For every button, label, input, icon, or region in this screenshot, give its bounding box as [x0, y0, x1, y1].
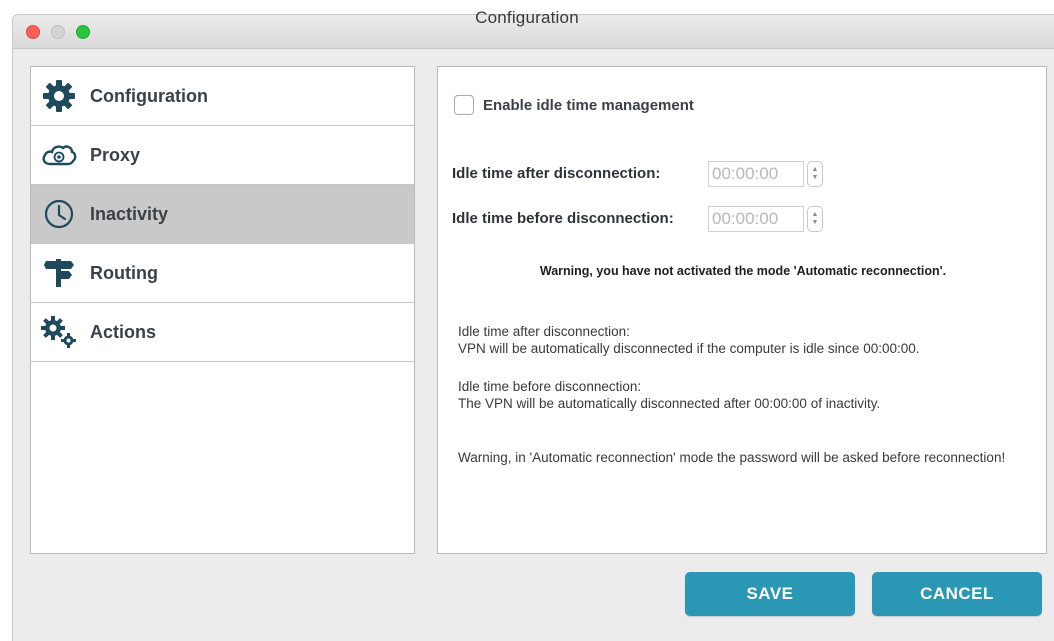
idle-after-stepper[interactable]: ▲ ▼ — [807, 161, 823, 187]
sidebar-item-routing[interactable]: Routing — [31, 244, 414, 303]
sidebar-item-label: Configuration — [90, 85, 208, 106]
info-after-title: Idle time after disconnection: — [458, 324, 630, 339]
enable-idle-label: Enable idle time management — [483, 96, 694, 114]
window-title: Configuration — [475, 8, 579, 27]
clock-icon — [41, 196, 77, 232]
reconnection-warning: Warning, you have not activated the mode… — [539, 264, 947, 278]
sidebar: Configuration Proxy Inactivity Routing A… — [30, 66, 415, 554]
info-after-text: VPN will be automatically disconnected i… — [458, 341, 920, 356]
signpost-icon — [41, 255, 77, 291]
info-before-block: Idle time before disconnection: The VPN … — [458, 378, 1038, 412]
info-after-block: Idle time after disconnection: VPN will … — [458, 323, 1038, 357]
idle-before-label: Idle time before disconnection: — [452, 210, 674, 227]
idle-before-row: Idle time before disconnection: — [452, 210, 674, 227]
cancel-button[interactable]: CANCEL — [872, 572, 1042, 616]
enable-idle-checkbox[interactable] — [454, 95, 474, 115]
idle-before-stepper[interactable]: ▲ ▼ — [807, 206, 823, 232]
info-before-text: The VPN will be automatically disconnect… — [458, 396, 881, 411]
chevron-up-icon: ▲ — [811, 211, 819, 218]
sidebar-item-label: Proxy — [90, 144, 141, 165]
sidebar-item-inactivity[interactable]: Inactivity — [31, 185, 414, 244]
chevron-down-icon: ▼ — [811, 219, 819, 226]
chevron-up-icon: ▲ — [811, 166, 819, 173]
idle-after-row: Idle time after disconnection: — [452, 165, 660, 182]
gear-icon — [41, 78, 77, 114]
sidebar-item-label: Inactivity — [90, 203, 169, 224]
info-before-title: Idle time before disconnection: — [458, 379, 642, 394]
save-button[interactable]: SAVE — [685, 572, 855, 616]
enable-idle-row[interactable]: Enable idle time management — [454, 95, 694, 115]
idle-before-input[interactable]: 00:00:00 — [708, 206, 804, 232]
idle-after-label: Idle time after disconnection: — [452, 165, 661, 182]
chevron-down-icon: ▼ — [811, 174, 819, 181]
gears-icon — [41, 314, 77, 350]
sidebar-item-proxy[interactable]: Proxy — [31, 126, 414, 185]
sidebar-item-configuration[interactable]: Configuration — [31, 67, 414, 126]
inactivity-panel: Enable idle time management Idle time af… — [437, 66, 1047, 554]
sidebar-item-label: Routing — [90, 262, 158, 283]
cloud-at-icon — [41, 137, 77, 173]
info-password-warning: Warning, in 'Automatic reconnection' mod… — [458, 450, 1006, 465]
sidebar-item-actions[interactable]: Actions — [31, 303, 414, 362]
idle-after-input[interactable]: 00:00:00 — [708, 161, 804, 187]
sidebar-item-label: Actions — [90, 321, 157, 342]
